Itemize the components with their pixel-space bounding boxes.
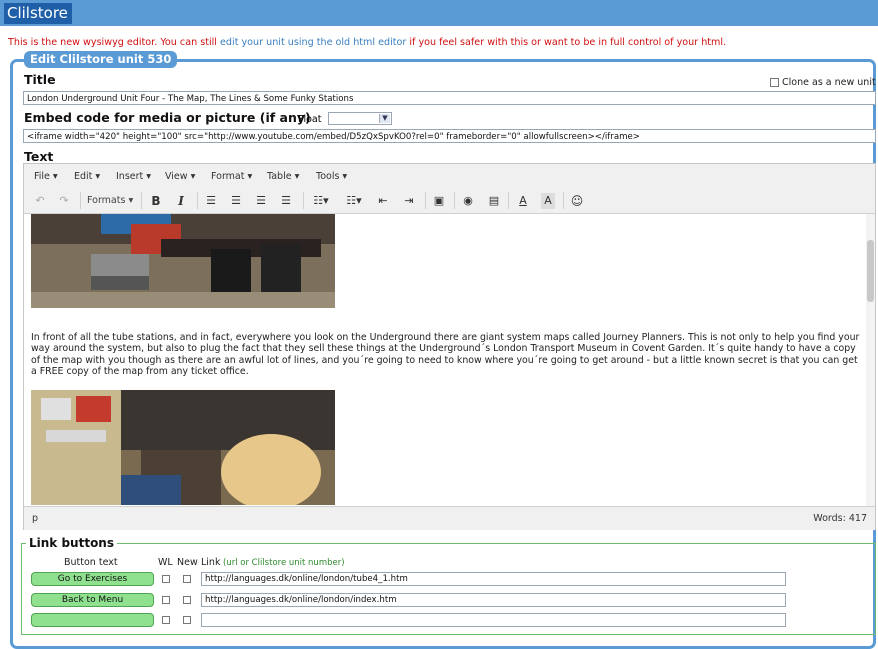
- embed-code-input[interactable]: <iframe width="420" height="100" src="ht…: [23, 129, 876, 143]
- menu-format[interactable]: Format ▾: [211, 171, 252, 182]
- toolbar-divider: [303, 192, 304, 209]
- ticket-office-photo: [31, 390, 335, 505]
- align-justify-icon[interactable]: ☰: [279, 193, 293, 209]
- undo-icon[interactable]: ↶: [33, 193, 47, 209]
- title-label: Title: [24, 72, 56, 87]
- chevron-down-icon[interactable]: ▼: [379, 114, 390, 123]
- menu-file[interactable]: File ▾: [34, 171, 58, 182]
- bullet-list-icon[interactable]: ☷▾: [309, 193, 333, 209]
- menu-view[interactable]: View ▾: [165, 171, 195, 182]
- brand-logo[interactable]: Clilstore: [4, 3, 72, 24]
- link-button-label-2[interactable]: Back to Menu: [31, 593, 154, 607]
- link-url-input-2[interactable]: http://languages.dk/online/london/index.…: [201, 593, 786, 607]
- menu-edit[interactable]: Edit ▾: [74, 171, 100, 182]
- link-url-input-1[interactable]: http://languages.dk/online/london/tube4_…: [201, 572, 786, 586]
- editor-toolbar: ↶ ↷ Formats ▾ B I ☰ ☰ ☰ ☰ ☷▾ ☷▾ ⇤ ⇥ ▣ ◉ …: [24, 189, 875, 214]
- element-path[interactable]: p: [32, 513, 38, 524]
- clone-checkbox[interactable]: [770, 78, 779, 87]
- link-button-label-3[interactable]: [31, 613, 154, 627]
- new-checkbox-3[interactable]: [183, 616, 191, 624]
- editor-scrollbar[interactable]: [866, 214, 875, 506]
- numbered-list-icon[interactable]: ☷▾: [342, 193, 366, 209]
- toolbar-divider: [508, 192, 509, 209]
- editor-statusbar: p Words: 417: [24, 506, 875, 530]
- text-color-icon[interactable]: A: [516, 193, 530, 209]
- link-button-label-1[interactable]: Go to Exercises: [31, 572, 154, 586]
- align-right-icon[interactable]: ☰: [254, 193, 268, 209]
- new-checkbox-1[interactable]: [183, 575, 191, 583]
- float-label: Float: [298, 114, 322, 125]
- col-wl: WL: [158, 557, 173, 568]
- col-button-text: Button text: [64, 557, 118, 568]
- edit-unit-legend: Edit Clilstore unit 530: [24, 51, 178, 68]
- image-icon[interactable]: ▣: [432, 193, 446, 209]
- media-icon[interactable]: ▤: [487, 193, 501, 209]
- col-link-hint: (url or Clilstore unit number): [223, 558, 345, 568]
- indent-icon[interactable]: ⇥: [402, 193, 416, 209]
- word-count: Words: 417: [813, 513, 867, 524]
- emoticon-icon[interactable]: ☺: [570, 193, 584, 209]
- link-url-input-3[interactable]: [201, 613, 786, 627]
- editor-menubar: File ▾ Edit ▾ Insert ▾ View ▾ Format ▾ T…: [24, 164, 875, 190]
- notice-text: This is the new wysiwyg editor. You can …: [8, 37, 221, 48]
- new-checkbox-2[interactable]: [183, 596, 191, 604]
- scrollbar-thumb[interactable]: [867, 240, 874, 302]
- top-bar: Clilstore: [0, 0, 878, 26]
- clone-label: Clone as a new unit: [782, 77, 876, 88]
- menu-insert[interactable]: Insert ▾: [116, 171, 151, 182]
- col-link: Link: [201, 557, 221, 568]
- toolbar-divider: [141, 192, 142, 209]
- formats-dropdown[interactable]: Formats ▾: [87, 193, 133, 209]
- align-left-icon[interactable]: ☰: [204, 193, 218, 209]
- notice-text-end: if you feel safer with this or want to b…: [406, 37, 727, 48]
- align-center-icon[interactable]: ☰: [229, 193, 243, 209]
- italic-icon[interactable]: I: [174, 193, 188, 209]
- menu-table[interactable]: Table ▾: [267, 171, 299, 182]
- wl-checkbox-1[interactable]: [162, 575, 170, 583]
- editor-notice: This is the new wysiwyg editor. You can …: [8, 37, 726, 48]
- toolbar-divider: [197, 192, 198, 209]
- bold-icon[interactable]: B: [149, 193, 163, 209]
- title-input[interactable]: London Underground Unit Four - The Map, …: [23, 91, 876, 105]
- paragraph-text: In front of all the tube stations, and i…: [31, 332, 860, 378]
- old-editor-link[interactable]: edit your unit using the old html editor: [220, 37, 406, 48]
- wl-checkbox-2[interactable]: [162, 596, 170, 604]
- redo-icon[interactable]: ↷: [57, 193, 71, 209]
- link-buttons-legend: Link buttons: [26, 536, 117, 550]
- background-color-icon[interactable]: A: [541, 193, 555, 209]
- toolbar-divider: [425, 192, 426, 209]
- wl-checkbox-3[interactable]: [162, 616, 170, 624]
- tube-platform-photo: [31, 214, 335, 308]
- rich-text-editor: File ▾ Edit ▾ Insert ▾ View ▾ Format ▾ T…: [23, 163, 876, 530]
- preview-icon[interactable]: ◉: [461, 193, 475, 209]
- editor-content[interactable]: In front of all the tube stations, and i…: [24, 214, 866, 506]
- text-label: Text: [24, 149, 54, 164]
- toolbar-divider: [454, 192, 455, 209]
- clone-option[interactable]: Clone as a new unit: [770, 77, 876, 88]
- col-new: New: [177, 557, 198, 568]
- outdent-icon[interactable]: ⇤: [376, 193, 390, 209]
- float-select[interactable]: ▼: [328, 112, 392, 125]
- toolbar-divider: [80, 192, 81, 209]
- menu-tools[interactable]: Tools ▾: [316, 171, 347, 182]
- embed-label: Embed code for media or picture (if any): [24, 110, 311, 125]
- toolbar-divider: [563, 192, 564, 209]
